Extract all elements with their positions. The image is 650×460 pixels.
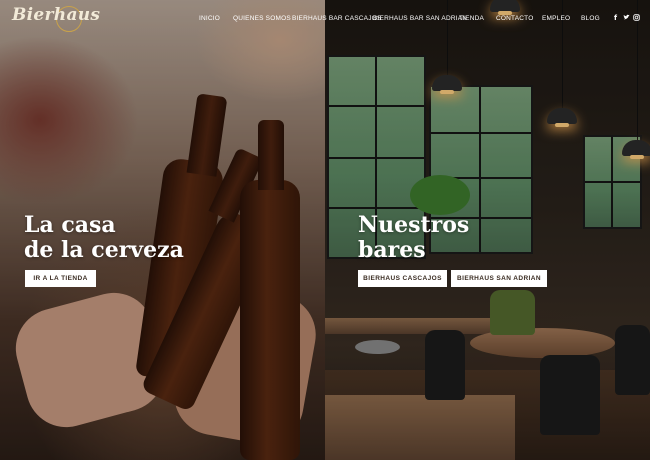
nav-item-inicio[interactable]: INICIO bbox=[199, 15, 220, 22]
left-hero-title: La casa de la cerveza bbox=[24, 213, 184, 263]
right-hero-title: Nuestros bares bbox=[358, 213, 469, 263]
bierhaus-san-adrian-button[interactable]: BIERHAUS SAN ADRIAN bbox=[451, 270, 547, 287]
nav-item-bierhaus-bar-san-adrian[interactable]: BIERHAUS BAR SAN ADRIAN bbox=[373, 15, 467, 22]
site-logo[interactable]: Bierhaus bbox=[12, 5, 100, 25]
nav-item-empleo[interactable]: EMPLEO bbox=[542, 15, 570, 22]
twitter-icon[interactable] bbox=[623, 14, 630, 23]
left-hero-title-line1: La casa bbox=[24, 212, 116, 238]
facebook-icon[interactable]: f bbox=[614, 14, 617, 22]
nav-item-bierhaus-bar-cascajos[interactable]: BIERHAUS BAR CASCAJOS bbox=[292, 15, 381, 22]
nav-item-contacto[interactable]: CONTACTO bbox=[496, 15, 533, 22]
nav-item-blog[interactable]: BLOG bbox=[581, 15, 600, 22]
instagram-icon[interactable] bbox=[633, 14, 640, 23]
site-header: Bierhaus INICIO QUIENES SOMOS BIERHAUS B… bbox=[0, 0, 650, 40]
bierhaus-cascajos-button[interactable]: BIERHAUS CASCAJOS bbox=[358, 270, 447, 287]
right-hero-title-line2: bares bbox=[358, 237, 426, 263]
nav-item-tienda[interactable]: TIENDA bbox=[459, 15, 484, 22]
shop-button[interactable]: IR A LA TIENDA bbox=[25, 270, 96, 287]
nav-item-quienes-somos[interactable]: QUIENES SOMOS bbox=[233, 15, 291, 22]
left-hero-title-line2: de la cerveza bbox=[24, 237, 184, 263]
right-hero-title-line1: Nuestros bbox=[358, 212, 470, 238]
